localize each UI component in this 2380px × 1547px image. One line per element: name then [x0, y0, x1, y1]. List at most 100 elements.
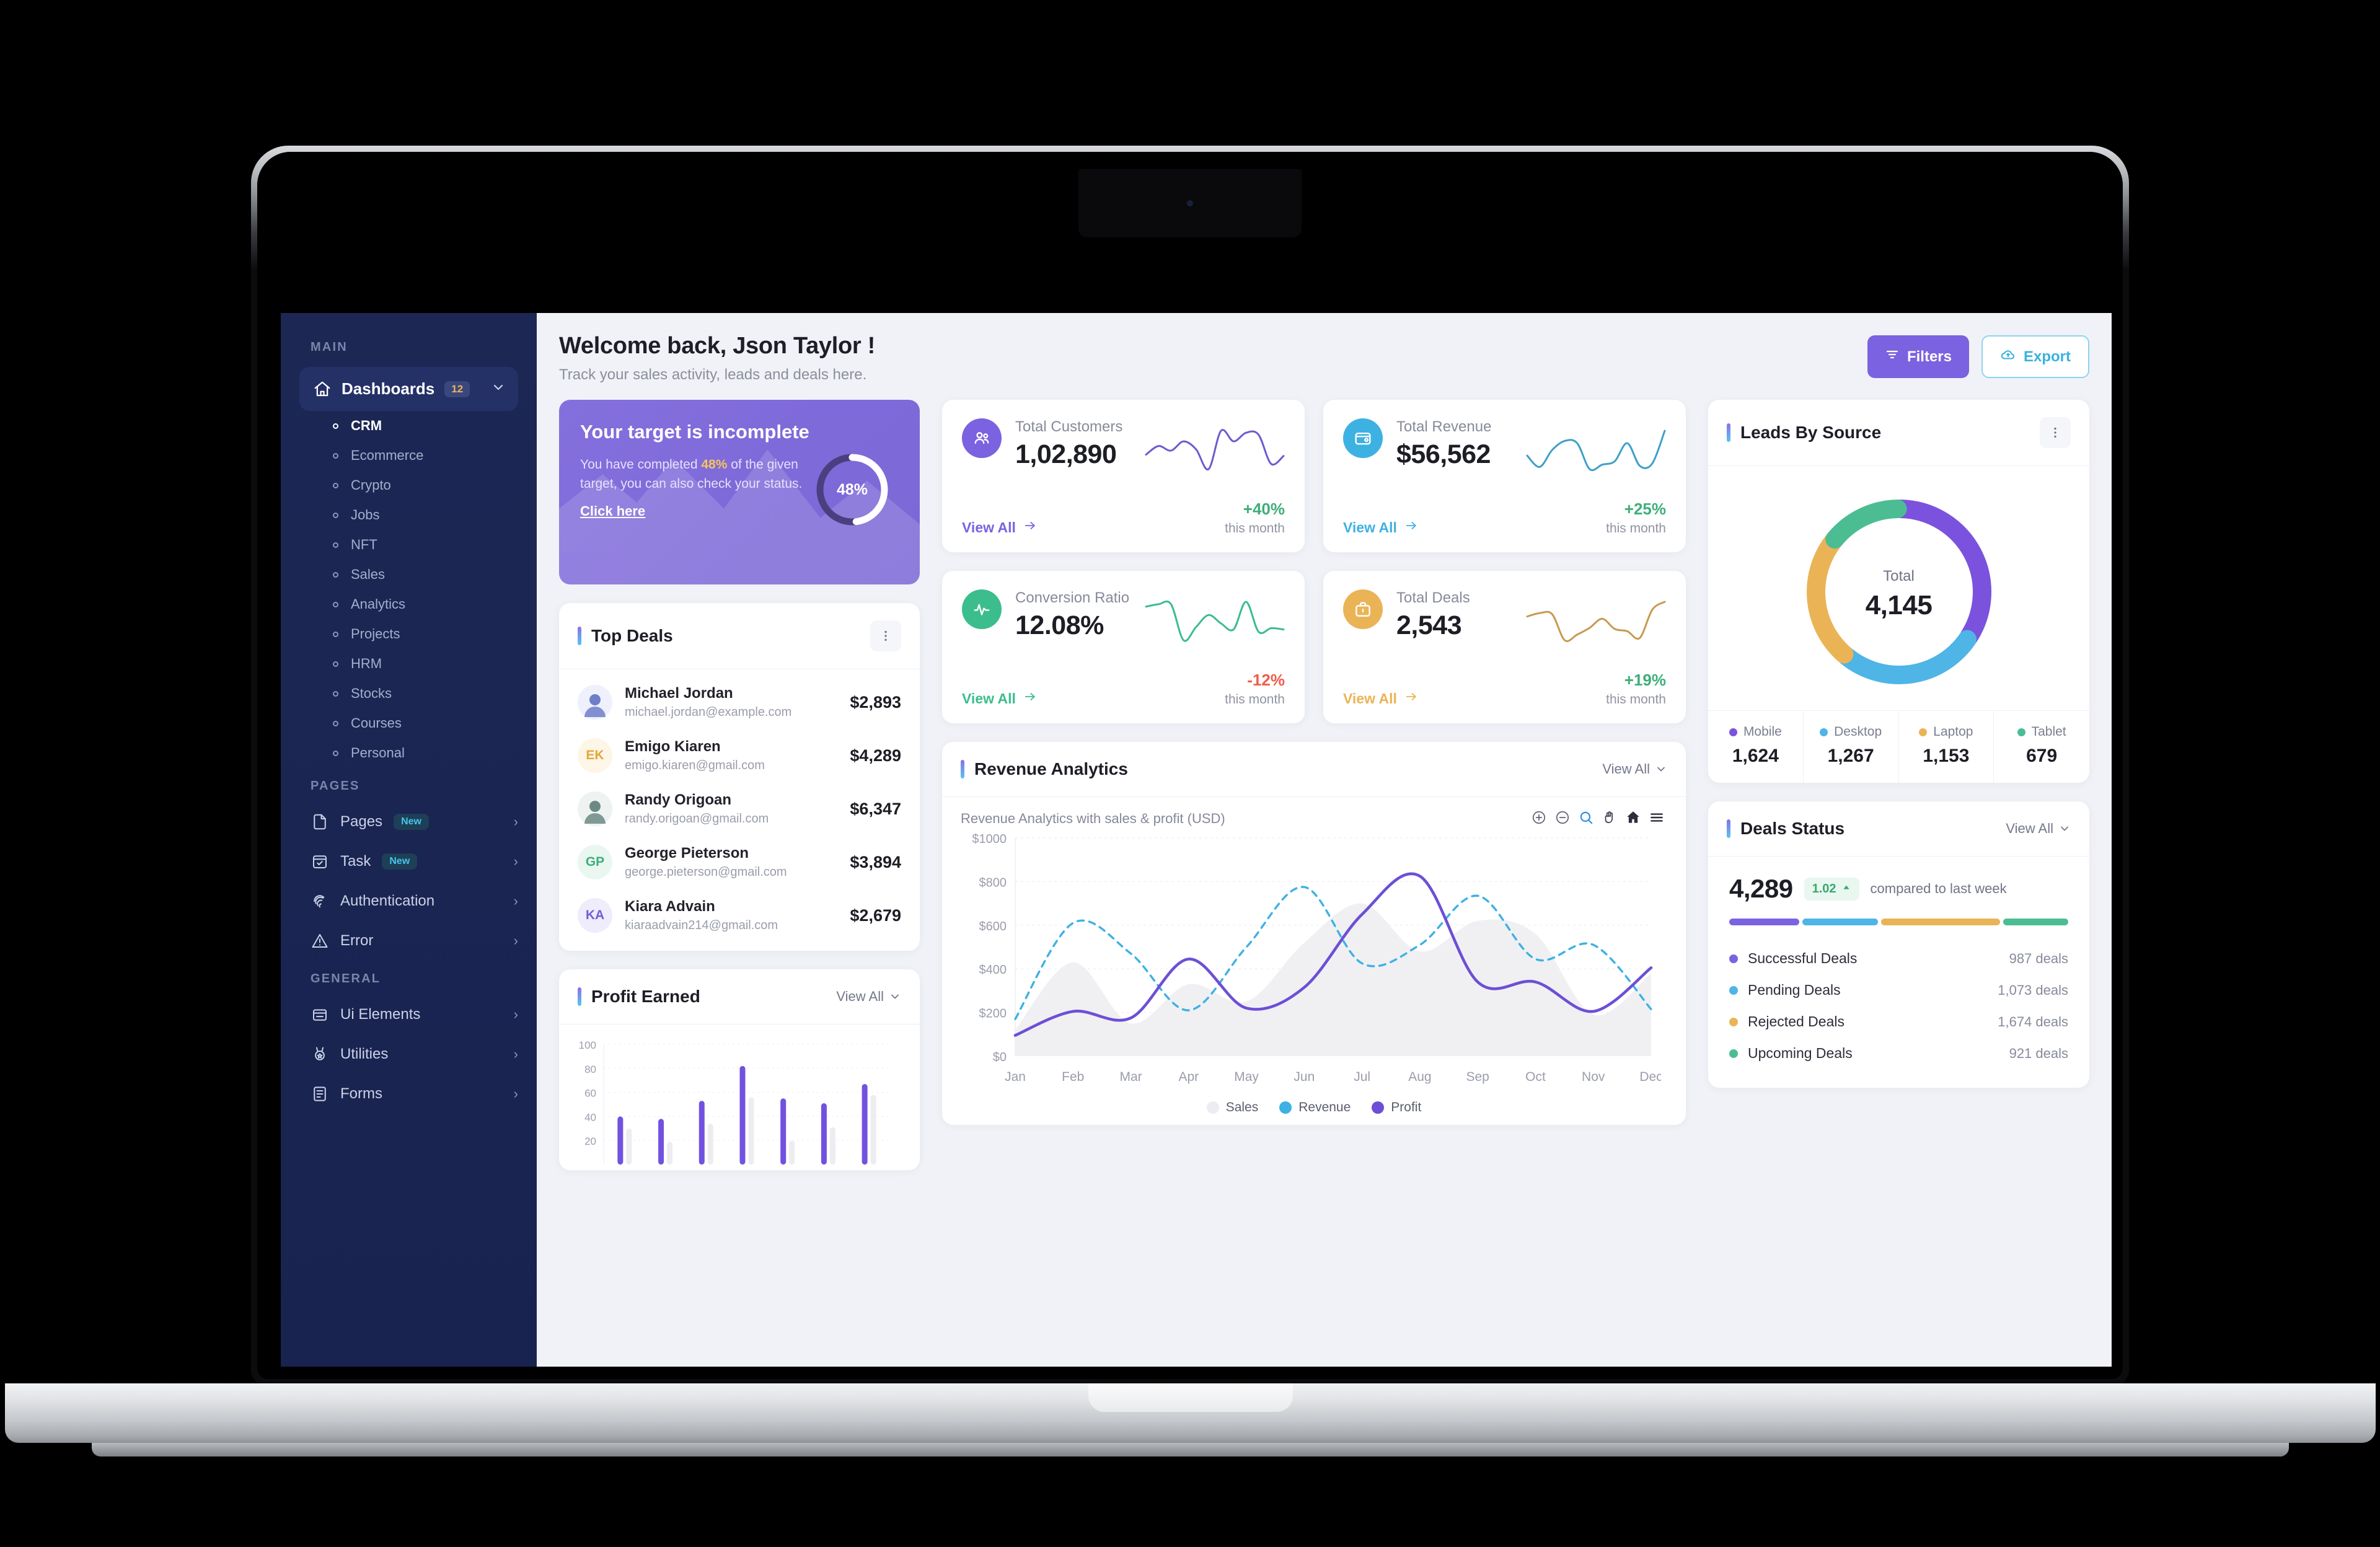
- chevron-right-icon: ›: [513, 814, 518, 829]
- avatar: EK: [578, 738, 612, 773]
- sidebar-item-jobs[interactable]: Jobs: [281, 500, 537, 530]
- deal-amount: $4,289: [850, 746, 901, 765]
- table-row[interactable]: GP George Pieterson george.pieterson@gmail…: [559, 835, 920, 889]
- profit-earned-card: Profit Earned View All 20 40 60 80 100: [559, 969, 920, 1170]
- sidebar-item-sales[interactable]: Sales: [281, 560, 537, 589]
- sidebar-item-dashboards[interactable]: Dashboards 12: [299, 367, 518, 411]
- sparkline-chart: [1526, 430, 1666, 472]
- revenue-analytics-title: Revenue Analytics: [974, 759, 1128, 778]
- deals-status-view-all[interactable]: View All: [2006, 821, 2071, 837]
- fingerprint-icon: [311, 892, 329, 910]
- deals-status-header: Deals Status View All: [1708, 801, 2089, 857]
- table-row[interactable]: KA Kiara Advain kiaraadvain214@gmail.com $2…: [559, 889, 920, 942]
- legend-item[interactable]: Revenue: [1279, 1100, 1351, 1115]
- stat-view-all-link[interactable]: View All: [962, 519, 1037, 536]
- deal-name: George Pieterson: [625, 845, 749, 862]
- list-item[interactable]: Successful Deals 987 deals: [1729, 943, 2068, 974]
- export-button[interactable]: Export: [1981, 335, 2089, 378]
- stat-view-all-link[interactable]: View All: [1343, 690, 1418, 707]
- list-item[interactable]: Rejected Deals 1,674 deals: [1729, 1006, 2068, 1038]
- leads-legend-label: Mobile: [1743, 725, 1782, 739]
- stat-card-total-revenue: Total Revenue $56,562 View All +25% this mon…: [1323, 400, 1686, 552]
- sidebar-item-ecommerce[interactable]: Ecommerce: [281, 441, 537, 470]
- deals-status-view-all-label: View All: [2006, 821, 2053, 836]
- table-row[interactable]: Randy Origoan randy.origoan@gmail.com $6,3…: [559, 782, 920, 835]
- sidebar-section-general: GENERAL: [311, 972, 381, 985]
- progress-segment: [1729, 919, 1799, 925]
- deal-email: emigo.kiaren@gmail.com: [625, 759, 765, 772]
- sidebar-item-ui-elements[interactable]: Ui Elements ›: [281, 995, 537, 1034]
- stat-view-all-label: View All: [962, 690, 1016, 707]
- deal-status-name: Upcoming Deals: [1748, 1045, 1853, 1061]
- sidebar-item-label: Utilities: [340, 1046, 389, 1062]
- stat-delta-percent: -12%: [1247, 671, 1285, 689]
- sidebar-item-crypto[interactable]: Crypto: [281, 470, 537, 500]
- accent-bar: [578, 627, 581, 645]
- task-icon: [311, 852, 329, 871]
- profit-earned-chart: 20 40 60 80 100: [559, 1025, 920, 1170]
- leads-menu-button[interactable]: [2040, 417, 2071, 448]
- stat-view-all-link[interactable]: View All: [962, 690, 1037, 707]
- stat-delta: +40% this month: [1225, 500, 1285, 536]
- sidebar-item-forms[interactable]: Forms ›: [281, 1074, 537, 1114]
- leads-legend: Mobile 1,624 Desktop 1,267 Laptop 1,153 Tablet…: [1708, 710, 2089, 783]
- sidebar-item-personal[interactable]: Personal: [281, 738, 537, 768]
- sidebar-item-projects[interactable]: Projects: [281, 619, 537, 649]
- chevron-down-icon[interactable]: [491, 380, 506, 398]
- sidebar-item-crm[interactable]: CRM: [281, 411, 537, 441]
- revenue-analytics-header: Revenue Analytics View All: [942, 742, 1686, 797]
- zoom-out-icon[interactable]: [1554, 809, 1571, 829]
- selection-zoom-icon[interactable]: [1578, 809, 1594, 829]
- deals-status-compare-label: compared to last week: [1870, 881, 2007, 896]
- sidebar-section-main: MAIN: [311, 340, 348, 354]
- stat-value: 12.08%: [1015, 610, 1104, 640]
- profit-earned-view-all[interactable]: View All: [836, 989, 901, 1005]
- sidebar-item-label: Authentication: [340, 892, 435, 909]
- zoom-in-icon[interactable]: [1531, 809, 1547, 829]
- accent-bar: [961, 760, 964, 778]
- svg-text:$1000: $1000: [972, 832, 1007, 846]
- sidebar-item-error[interactable]: Error ›: [281, 921, 537, 961]
- wallet-icon: [1343, 418, 1383, 458]
- sidebar-item-analytics[interactable]: Analytics: [281, 589, 537, 619]
- sidebar-item-authentication[interactable]: Authentication ›: [281, 881, 537, 921]
- dashboard-grid: Your target is incomplete You have compl…: [559, 400, 2089, 1170]
- list-item[interactable]: Pending Deals 1,073 deals: [1729, 974, 2068, 1006]
- legend-item[interactable]: Sales: [1206, 1100, 1258, 1115]
- sparkline-chart: [1526, 601, 1666, 642]
- sidebar-item-courses[interactable]: Courses: [281, 708, 537, 738]
- leads-legend-cell[interactable]: Laptop 1,153: [1899, 711, 1994, 783]
- list-item[interactable]: Upcoming Deals 921 deals: [1729, 1038, 2068, 1069]
- table-row[interactable]: Michael Jordan michael.jordan@example.com…: [559, 676, 920, 729]
- legend-item[interactable]: Profit: [1372, 1100, 1421, 1115]
- reset-icon[interactable]: [1625, 809, 1641, 829]
- sidebar-item-hrm[interactable]: HRM: [281, 649, 537, 679]
- top-deals-header: Top Deals: [559, 603, 920, 669]
- deal-info: Randy Origoan randy.origoan@gmail.com: [625, 791, 769, 826]
- forms-icon: [311, 1085, 329, 1103]
- filters-button[interactable]: Filters: [1867, 335, 1969, 378]
- stat-view-all-label: View All: [1343, 519, 1397, 536]
- menu-icon[interactable]: [1649, 809, 1665, 829]
- arrow-right-icon: [1023, 519, 1037, 536]
- table-row[interactable]: EK Emigo Kiaren emigo.kiaren@gmail.com $4,2…: [559, 729, 920, 782]
- bullet-icon: [333, 631, 338, 637]
- stat-view-all-link[interactable]: View All: [1343, 519, 1418, 536]
- page-header: Welcome back, Json Taylor ! Track your s…: [559, 333, 2089, 384]
- leads-legend-cell[interactable]: Desktop 1,267: [1804, 711, 1899, 783]
- sidebar-item-task[interactable]: Task New ›: [281, 842, 537, 881]
- sidebar-item-pages[interactable]: Pages New ›: [281, 802, 537, 842]
- leads-legend-cell[interactable]: Tablet 679: [1994, 711, 2089, 783]
- target-click-here-link[interactable]: Click here: [580, 503, 645, 519]
- leads-legend-value: 1,267: [1827, 746, 1874, 766]
- sidebar-sub-label: Personal: [351, 745, 405, 760]
- revenue-view-all[interactable]: View All: [1602, 761, 1667, 777]
- sidebar-item-nft[interactable]: NFT: [281, 530, 537, 560]
- top-deals-menu-button[interactable]: [870, 620, 901, 651]
- sidebar-item-stocks[interactable]: Stocks: [281, 679, 537, 708]
- leads-legend-cell[interactable]: Mobile 1,624: [1708, 711, 1804, 783]
- sidebar-item-utilities[interactable]: Utilities ›: [281, 1034, 537, 1074]
- revenue-view-all-label: View All: [1602, 761, 1650, 777]
- stat-value: 2,543: [1396, 610, 1462, 640]
- panning-icon[interactable]: [1602, 809, 1618, 829]
